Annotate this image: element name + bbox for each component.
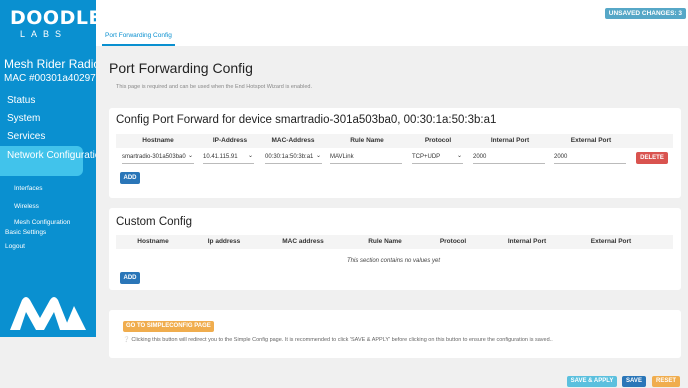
save-and-apply-button[interactable]: SAVE & APPLY (567, 376, 617, 387)
sidebar-subitem-mesh-configuration[interactable]: Mesh Configuration (0, 216, 96, 226)
sidebar-item-basic-settings[interactable]: Basic Settings (0, 226, 96, 240)
custom-config-table-header: Hostname Ip address MAC address Rule Nam… (116, 235, 673, 249)
section-title-custom-config: Custom Config (116, 216, 193, 228)
column-header-ip-address: Ip address (207, 238, 241, 245)
simple-config-panel (109, 310, 681, 358)
column-header-rule-name: Rule Name (368, 238, 402, 245)
chevron-down-icon: ⌄ (315, 153, 321, 159)
page-description: This page is required and can be used wh… (116, 84, 312, 90)
custom-config-panel (109, 208, 681, 290)
tab-port-forwarding-config[interactable]: Port Forwarding Config (102, 30, 175, 46)
sidebar-item-services[interactable]: Services (0, 128, 96, 146)
chevron-down-icon: ⌄ (247, 153, 253, 159)
hostname-select[interactable]: smartradio-301a503ba0 ⌄ (122, 152, 194, 164)
column-header-protocol: Protocol (439, 238, 467, 245)
go-to-simpleconfig-button[interactable]: GO TO SIMPLECONFIG PAGE (123, 321, 214, 332)
column-header-hostname: Hostname (137, 238, 169, 245)
sidebar-subitem-wireless[interactable]: Wireless (0, 198, 96, 216)
column-header-internal-port: Internal Port (490, 137, 530, 144)
unsaved-changes-badge[interactable]: UNSAVED CHANGES: 3 (604, 8, 686, 19)
simple-config-note: ❔ Clicking this button will redirect you… (123, 337, 553, 343)
column-header-internal-port: Internal Port (507, 238, 547, 245)
section-title-port-forward: Config Port Forward for device smartradi… (116, 114, 497, 126)
column-header-mac-address: MAC address (282, 238, 324, 245)
empty-section-message: This section contains no values yet (347, 258, 441, 264)
port-forward-table-header: Hostname IP-Address MAC-Address Rule Nam… (116, 134, 673, 148)
rule-name-input[interactable]: MAVLink (330, 152, 402, 164)
mac-address-select[interactable]: 00:30:1a:50:3b:a1 ⌄ (265, 152, 322, 164)
brand-logo[interactable]: DOODLE LABS (10, 7, 96, 40)
sidebar-item-status[interactable]: Status (0, 92, 96, 110)
add-custom-config-button[interactable]: ADD (120, 272, 140, 284)
logo-main-text: DOODLE (10, 7, 96, 29)
device-mac: MAC #00301a402973 (4, 73, 96, 84)
top-bar: Port Forwarding Config UNSAVED CHANGES: … (96, 0, 688, 46)
column-header-protocol: Protocol (424, 137, 452, 144)
external-port-input[interactable]: 2000 (554, 152, 626, 164)
sidebar-item-logout[interactable]: Logout (0, 240, 96, 254)
doodle-labs-m-logo-icon (10, 297, 86, 330)
sidebar-item-system[interactable]: System (0, 110, 96, 128)
column-header-ip-address: IP-Address (212, 137, 248, 144)
reset-button[interactable]: RESET (652, 376, 680, 387)
sidebar: DOODLE LABS Mesh Rider Radio MAC #00301a… (0, 0, 96, 337)
sidebar-subitem-interfaces[interactable]: Interfaces (0, 180, 96, 198)
column-header-external-port: External Port (590, 238, 632, 245)
ip-address-select[interactable]: 10.41.115.91 ⌄ (203, 152, 254, 164)
column-header-rule-name: Rule Name (350, 137, 384, 144)
save-button[interactable]: SAVE (622, 376, 646, 387)
device-name: Mesh Rider Radio (4, 57, 96, 71)
protocol-select[interactable]: TCP+UDP ⌄ (412, 152, 463, 164)
internal-port-input[interactable]: 2000 (473, 152, 545, 164)
delete-button[interactable]: DELETE (636, 152, 668, 164)
column-header-hostname: Hostname (142, 137, 174, 144)
chevron-down-icon: ⌄ (456, 153, 462, 159)
logo-sub-text: LABS (20, 29, 68, 39)
column-header-external-port: External Port (570, 137, 612, 144)
sidebar-item-network-configuration[interactable]: Network Configuration (0, 146, 96, 176)
column-header-mac-address: MAC-Address (271, 137, 315, 144)
mac-address-value: 00:30:1a:50:3b:a1 (265, 154, 314, 160)
ip-address-value: 10.41.115.91 (203, 154, 238, 160)
protocol-value: TCP+UDP (412, 154, 441, 160)
chevron-down-icon: ⌄ (187, 153, 193, 159)
sidebar-nav: Status System Services Network Configura… (0, 92, 96, 254)
simple-config-note-text: Clicking this button will redirect you t… (131, 337, 553, 343)
page-title: Port Forwarding Config (109, 60, 253, 76)
add-port-forward-button[interactable]: ADD (120, 172, 140, 184)
info-icon: ❔ (123, 337, 130, 343)
hostname-value: smartradio-301a503ba0 (122, 154, 186, 160)
